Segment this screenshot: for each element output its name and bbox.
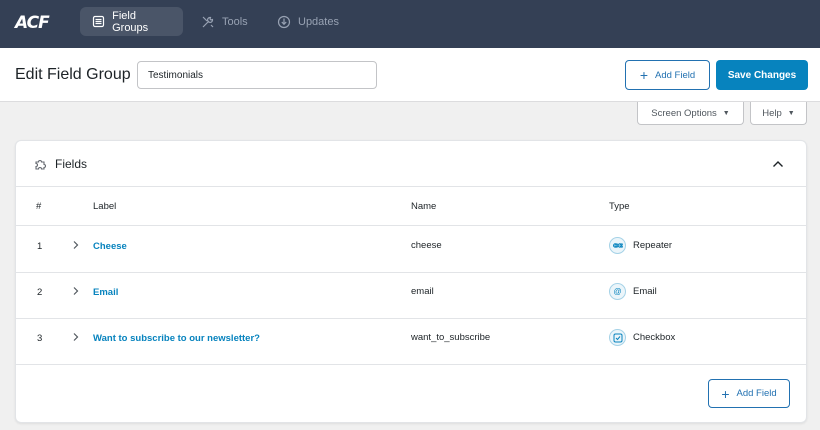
nav-tools-label: Tools	[222, 15, 248, 28]
chevron-right-icon[interactable]	[71, 332, 81, 342]
panel-title: Fields	[55, 157, 88, 171]
field-groups-icon	[92, 15, 105, 29]
field-row[interactable]: 1 Cheese cheese Repeater	[16, 227, 806, 273]
add-field-label: Add Field	[655, 69, 696, 81]
repeater-icon	[609, 237, 626, 254]
panel-header[interactable]: Fields	[16, 141, 806, 187]
field-group-title-input[interactable]	[137, 61, 377, 89]
plus-icon: +	[721, 385, 730, 402]
field-type: Email	[633, 286, 657, 297]
checkbox-icon	[609, 329, 626, 346]
column-header-num: #	[36, 201, 42, 212]
fields-table-header: # Label Name Type	[16, 188, 806, 226]
field-name: cheese	[411, 240, 442, 251]
field-label-link[interactable]: Cheese	[93, 241, 127, 252]
nav-field-groups[interactable]: Field Groups	[80, 7, 183, 36]
nav-field-groups-label: Field Groups	[112, 9, 149, 34]
field-row[interactable]: 2 Email email @ Email	[16, 273, 806, 319]
page-title: Edit Field Group	[15, 66, 131, 83]
add-field-footer-label: Add Field	[736, 388, 777, 399]
save-changes-button[interactable]: Save Changes	[716, 60, 808, 90]
field-order: 1	[37, 241, 43, 252]
top-nav: ACF Field Groups Tools Updates	[0, 0, 820, 48]
fields-panel: Fields # Label Name Type 1 Cheese cheese…	[15, 140, 807, 423]
help-label: Help	[762, 107, 782, 119]
field-order: 3	[37, 333, 43, 344]
updates-icon	[277, 15, 291, 29]
caret-down-icon: ▼	[722, 109, 730, 117]
field-type: Checkbox	[633, 332, 676, 343]
chevron-right-icon[interactable]	[71, 240, 81, 250]
chevron-right-icon[interactable]	[71, 286, 81, 296]
field-type: Repeater	[633, 240, 673, 251]
field-name: want_to_subscribe	[411, 332, 491, 343]
field-name: email	[411, 286, 434, 297]
field-row[interactable]: 3 Want to subscribe to our newsletter? w…	[16, 319, 806, 365]
field-label-link[interactable]: Want to subscribe to our newsletter?	[93, 333, 260, 344]
add-field-button[interactable]: + Add Field	[625, 60, 710, 90]
edit-header: Edit Field Group + Add Field Save Change…	[0, 48, 820, 102]
nav-updates-label: Updates	[298, 15, 339, 28]
nav-tools[interactable]: Tools	[189, 7, 259, 36]
field-order: 2	[37, 287, 43, 298]
screen-options-button[interactable]: Screen Options ▼	[637, 102, 744, 125]
help-button[interactable]: Help ▼	[750, 102, 807, 125]
acf-logo[interactable]: ACF	[15, 13, 50, 33]
caret-down-icon: ▼	[787, 109, 795, 117]
add-field-footer-button[interactable]: + Add Field	[708, 379, 790, 408]
nav-updates[interactable]: Updates	[265, 7, 350, 36]
puzzle-icon	[35, 160, 46, 170]
tools-icon	[201, 15, 215, 29]
field-label-link[interactable]: Email	[93, 287, 118, 298]
chevron-up-icon[interactable]	[770, 156, 786, 172]
column-header-label: Label	[93, 201, 117, 212]
screen-options-label: Screen Options	[651, 107, 717, 119]
email-icon: @	[609, 283, 626, 300]
column-header-name: Name	[411, 201, 437, 212]
plus-icon: +	[639, 67, 649, 83]
column-header-type: Type	[609, 201, 630, 212]
